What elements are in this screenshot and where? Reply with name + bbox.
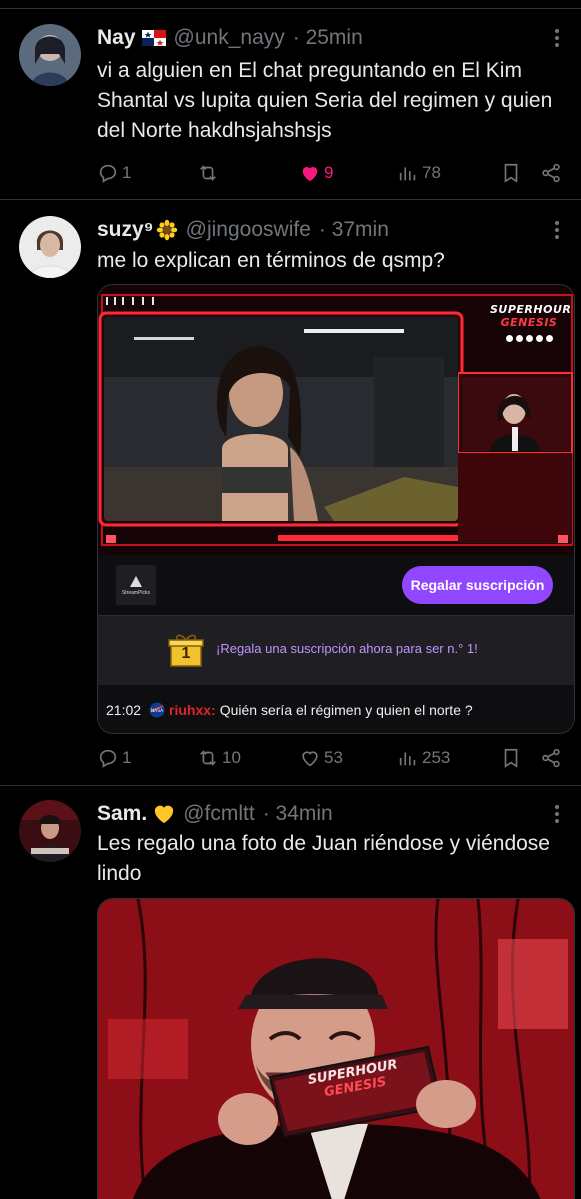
- views-button[interactable]: 253: [397, 745, 450, 771]
- heart-icon: [302, 167, 318, 182]
- retweet-icon: [200, 165, 216, 181]
- more-icon[interactable]: [547, 801, 567, 827]
- stream-webcam: [462, 377, 570, 451]
- more-icon[interactable]: [547, 25, 567, 51]
- gift-icon: 1: [168, 632, 204, 668]
- handle[interactable]: @fcmltt: [183, 801, 254, 827]
- handle[interactable]: @jingooswife: [186, 217, 311, 243]
- top-divider: [0, 8, 581, 9]
- avatar[interactable]: [19, 216, 81, 278]
- view-count: 78: [422, 163, 441, 182]
- chat-username[interactable]: riuhxx:: [169, 702, 216, 718]
- tweet-divider: [0, 785, 581, 786]
- tweet-text: me lo explican en términos de qsmp?: [97, 249, 445, 272]
- tweet-actions: 1 10 53 253: [97, 745, 567, 771]
- timestamp[interactable]: · 34min: [263, 801, 333, 827]
- tweet-media-photo[interactable]: SUPERHOUR GENESIS: [97, 898, 575, 1199]
- nasa-badge-icon: NASA: [149, 702, 165, 718]
- handle[interactable]: @unk_nayy: [174, 25, 285, 51]
- channel-name: StreamPicks: [121, 590, 151, 596]
- share-icon: [542, 748, 560, 768]
- sunflower-icon: [156, 219, 178, 241]
- reply-count: 1: [122, 163, 132, 182]
- gift-badge-number: 1: [181, 645, 191, 662]
- logo-line2: GENESIS: [500, 316, 558, 329]
- timestamp[interactable]: · 37min: [319, 217, 389, 243]
- chat-message-row: 21:02 NASA riuhxx: Quién sería el régime…: [98, 685, 574, 733]
- tweet-header: Sam. @fcmltt · 34min: [97, 801, 541, 827]
- views-icon: [399, 167, 416, 181]
- timestamp[interactable]: · 25min: [293, 25, 363, 51]
- yellow-heart-icon: [153, 804, 175, 824]
- tweet-header: Nay @unk_nayy · 25min: [97, 25, 541, 51]
- tweet-text: vi a alguien en El chat preguntando en E…: [97, 59, 553, 142]
- views-button[interactable]: 78: [397, 160, 441, 186]
- reply-icon: [99, 164, 117, 183]
- social-icons: [490, 335, 568, 342]
- tweet-text: Les regalo una foto de Juan riéndose y v…: [97, 832, 550, 885]
- stream-video-frame: [104, 317, 458, 521]
- retweet-button[interactable]: [197, 160, 222, 186]
- share-button[interactable]: [540, 745, 562, 771]
- logo-line1: SUPERHOUR: [490, 303, 572, 316]
- channel-logo[interactable]: StreamPicks: [116, 565, 156, 605]
- display-name[interactable]: suzy⁹: [97, 217, 154, 243]
- heart-icon: [302, 751, 318, 767]
- retweet-count: 10: [222, 748, 241, 767]
- avatar[interactable]: [19, 800, 81, 862]
- reply-button[interactable]: 1: [97, 160, 131, 186]
- gift-banner: 1 ¡Regala una suscripción ahora para ser…: [98, 615, 574, 685]
- like-count: 53: [324, 748, 343, 767]
- reply-count: 1: [122, 748, 132, 767]
- share-icon: [542, 163, 560, 183]
- tweet-divider: [0, 199, 581, 200]
- bookmark-button[interactable]: [500, 160, 522, 186]
- gift-subscription-button[interactable]: Regalar suscripción: [402, 566, 553, 604]
- views-icon: [399, 752, 416, 766]
- bookmark-icon: [504, 163, 518, 183]
- avatar[interactable]: [19, 24, 81, 86]
- retweet-icon: [200, 750, 216, 766]
- tweet-media-stream-screenshot[interactable]: SUPERHOUR GENESIS StreamPicks Regalar su…: [97, 284, 575, 734]
- retweet-button[interactable]: 10: [197, 745, 241, 771]
- view-count: 253: [422, 748, 451, 767]
- tweet-header: suzy⁹ @jingooswife · 37min: [97, 217, 541, 243]
- display-name[interactable]: Nay: [97, 25, 136, 51]
- channel-row: StreamPicks Regalar suscripción: [98, 555, 574, 615]
- chat-time: 21:02: [106, 702, 142, 718]
- panama-flag-icon: [141, 30, 166, 46]
- bookmark-button[interactable]: [500, 745, 522, 771]
- svg-text:NASA: NASA: [151, 708, 164, 714]
- gift-banner-text: ¡Regala una suscripción ahora para ser n…: [216, 641, 478, 656]
- stream-logo: SUPERHOUR GENESIS: [490, 303, 572, 342]
- chat-text: Quién sería el régimen y quien el norte …: [219, 702, 473, 718]
- reply-button[interactable]: 1: [97, 745, 131, 771]
- bookmark-icon: [504, 748, 518, 768]
- reply-icon: [99, 749, 117, 768]
- like-count: 9: [324, 163, 334, 182]
- share-button[interactable]: [540, 160, 562, 186]
- like-button[interactable]: 9: [299, 160, 333, 186]
- display-name[interactable]: Sam.: [97, 801, 147, 827]
- like-button[interactable]: 53: [299, 745, 343, 771]
- stream-overlay: SUPERHOUR GENESIS: [98, 285, 574, 555]
- more-icon[interactable]: [547, 217, 567, 243]
- tweet-actions: 1 9 78: [97, 160, 567, 186]
